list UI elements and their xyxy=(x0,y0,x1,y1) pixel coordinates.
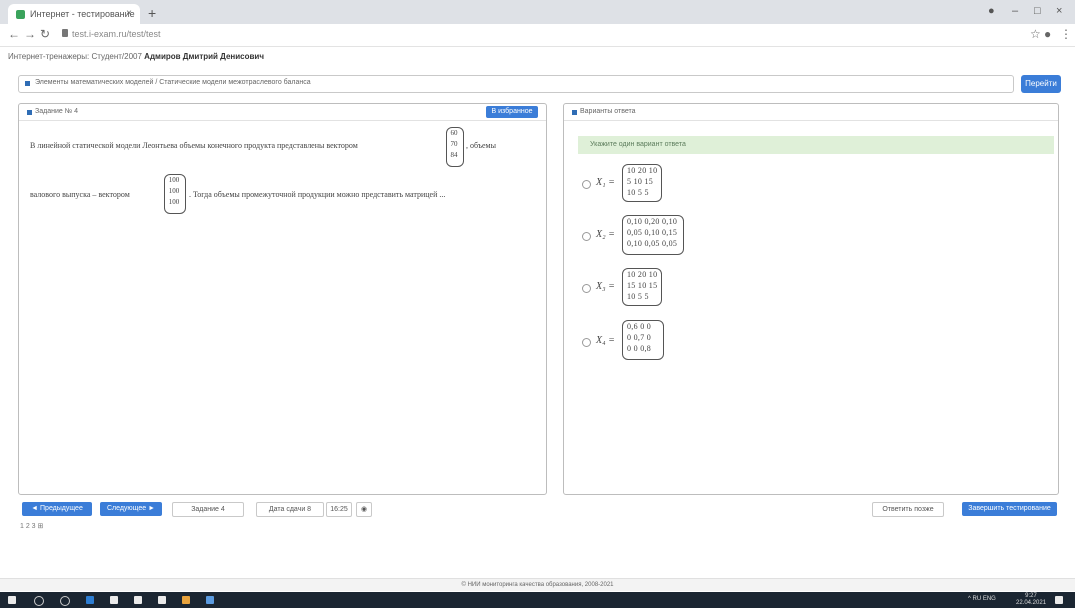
maximize-icon[interactable]: □ xyxy=(1034,5,1041,17)
favorite-button[interactable]: В избранное xyxy=(486,106,538,118)
tray-time: 9:27 xyxy=(1025,593,1037,599)
matrix-row: 5 10 15 xyxy=(627,177,654,186)
option-1-label: X₁ = xyxy=(596,177,615,188)
vector2-value: 100 xyxy=(168,198,180,206)
option-4-label: X₄ = xyxy=(596,335,615,346)
matrix-row: 0,10 0,20 0,10 xyxy=(627,217,678,226)
option-3-radio[interactable] xyxy=(582,284,591,293)
option-1-radio[interactable] xyxy=(582,180,591,189)
cortana-icon[interactable] xyxy=(60,596,70,606)
matrix-row: 0,10 0,05 0,05 xyxy=(627,239,678,248)
task-view-icon[interactable] xyxy=(110,596,118,604)
vector2-value: 100 xyxy=(168,176,180,184)
edge-icon[interactable] xyxy=(86,596,94,604)
url-field[interactable]: test.i-exam.ru/test/test xyxy=(72,29,161,39)
site-favicon-icon xyxy=(16,10,25,19)
matrix-row: 0 0,7 0 xyxy=(627,333,652,342)
option-3-label: X₃ = xyxy=(596,281,615,292)
topic-select[interactable]: Элементы математических моделей / Статич… xyxy=(18,75,1014,93)
breadcrumb-prefix: Интернет-тренажеры: Студент/2007 xyxy=(8,52,142,61)
next-button[interactable]: Следующее ► xyxy=(100,502,162,516)
matrix-row: 10 5 5 xyxy=(627,188,649,197)
matrix-row: 10 5 5 xyxy=(627,292,649,301)
account-icon[interactable]: ● xyxy=(1044,27,1051,41)
answers-marker-icon xyxy=(572,110,577,115)
finish-test-button[interactable]: Завершить тестирование xyxy=(962,502,1057,516)
student-name: Адмиров Дмитрий Денисович xyxy=(144,52,264,61)
reload-icon[interactable]: ↻ xyxy=(40,27,50,41)
matrix-row: 15 10 15 xyxy=(627,281,658,290)
app-icon[interactable] xyxy=(206,596,214,604)
mail-icon[interactable] xyxy=(158,596,166,604)
search-icon[interactable] xyxy=(34,596,44,606)
option-2-matrix: 0,10 0,20 0,10 0,05 0,10 0,15 0,10 0,05 … xyxy=(627,216,677,249)
task-panel-header: Задание № 4 В избранное xyxy=(19,104,546,121)
forward-icon[interactable]: → xyxy=(24,27,36,41)
tray-language[interactable]: ^ RU ENG xyxy=(968,596,996,602)
topic-text: Элементы математических моделей / Статич… xyxy=(35,79,311,86)
option-4-matrix: 0,6 0 0 0 0,7 0 0 0 0,8 xyxy=(627,321,651,354)
answers-title: Варианты ответа xyxy=(580,108,636,115)
browser-tab[interactable]: Интернет - тестирование × xyxy=(8,4,140,24)
due-date: Дата сдачи 8 xyxy=(256,502,324,517)
new-tab-button[interactable]: + xyxy=(148,5,156,21)
lock-icon xyxy=(62,29,68,37)
profile-icon[interactable]: ● xyxy=(988,5,995,17)
browser-tab-bar xyxy=(0,0,1075,24)
option-3-matrix: 10 20 10 15 10 15 10 5 5 xyxy=(627,269,657,302)
go-button[interactable]: Перейти xyxy=(1021,75,1061,93)
task-text-line2-end: . Тогда объемы промежуточной продукции м… xyxy=(189,190,446,199)
timer-icon[interactable]: ◉ xyxy=(356,502,372,517)
vector1: 60 70 84 xyxy=(446,128,462,161)
answer-hint-text: Укажите один вариант ответа xyxy=(590,141,686,148)
minimize-icon[interactable]: – xyxy=(1012,5,1018,17)
window-close-icon[interactable]: × xyxy=(1056,5,1062,17)
tab-title: Интернет - тестирование xyxy=(30,9,135,19)
matrix-row: 10 20 10 xyxy=(627,270,658,279)
vector1-value: 84 xyxy=(450,151,458,159)
star-icon[interactable]: ☆ xyxy=(1030,27,1041,41)
answer-hint: Укажите один вариант ответа xyxy=(578,136,1054,154)
address-bar xyxy=(0,24,1075,47)
option-1-matrix: 10 20 10 5 10 15 10 5 5 xyxy=(627,165,657,198)
menu-icon[interactable]: ⋮ xyxy=(1060,27,1072,41)
task-number: Задание № 4 xyxy=(35,108,79,115)
vector2: 100 100 100 xyxy=(164,175,184,208)
tray-date: 22.04.2021 xyxy=(1016,600,1047,606)
option-2-radio[interactable] xyxy=(582,232,591,241)
back-icon[interactable]: ← xyxy=(8,27,20,41)
timer: 16:25 xyxy=(326,502,352,517)
vector2-value: 100 xyxy=(168,187,180,195)
start-icon[interactable] xyxy=(8,596,16,604)
answers-panel-header: Варианты ответа xyxy=(564,104,1058,121)
matrix-row: 0,6 0 0 xyxy=(627,322,652,331)
pager[interactable]: 1 2 3 ⊞ xyxy=(20,522,43,530)
task-text-line1: В линейной статической модели Леонтьева … xyxy=(30,141,358,150)
vector1-value: 70 xyxy=(450,140,458,148)
task-marker-icon xyxy=(27,110,32,115)
topic-marker-icon xyxy=(25,81,30,86)
matrix-row: 10 20 10 xyxy=(627,166,658,175)
matrix-row: 0,05 0,10 0,15 xyxy=(627,228,678,237)
footer: © НИИ мониторинга качества образования, … xyxy=(0,578,1075,591)
answer-later-button[interactable]: Ответить позже xyxy=(872,502,944,517)
store-icon[interactable] xyxy=(134,596,142,604)
breadcrumb: Интернет-тренажеры: Студент/2007 Адмиров… xyxy=(8,52,264,61)
task-counter[interactable]: Задание 4 xyxy=(172,502,244,517)
task-text-line1-end: , объемы xyxy=(466,141,496,150)
matrix-row: 0 0 0,8 xyxy=(627,344,652,353)
vector1-value: 60 xyxy=(450,129,458,137)
option-2-label: X₂ = xyxy=(596,229,615,240)
task-text-line2: валового выпуска – вектором xyxy=(30,190,130,199)
previous-button[interactable]: ◄ Предыдущее xyxy=(22,502,92,516)
option-4-radio[interactable] xyxy=(582,338,591,347)
task-panel: Задание № 4 В избранное xyxy=(18,103,547,495)
tab-close-icon[interactable]: × xyxy=(126,8,132,19)
tray-clock[interactable]: 9:27 22.04.2021 xyxy=(1016,593,1046,607)
chrome-icon[interactable] xyxy=(182,596,190,604)
notification-icon[interactable] xyxy=(1055,596,1063,604)
